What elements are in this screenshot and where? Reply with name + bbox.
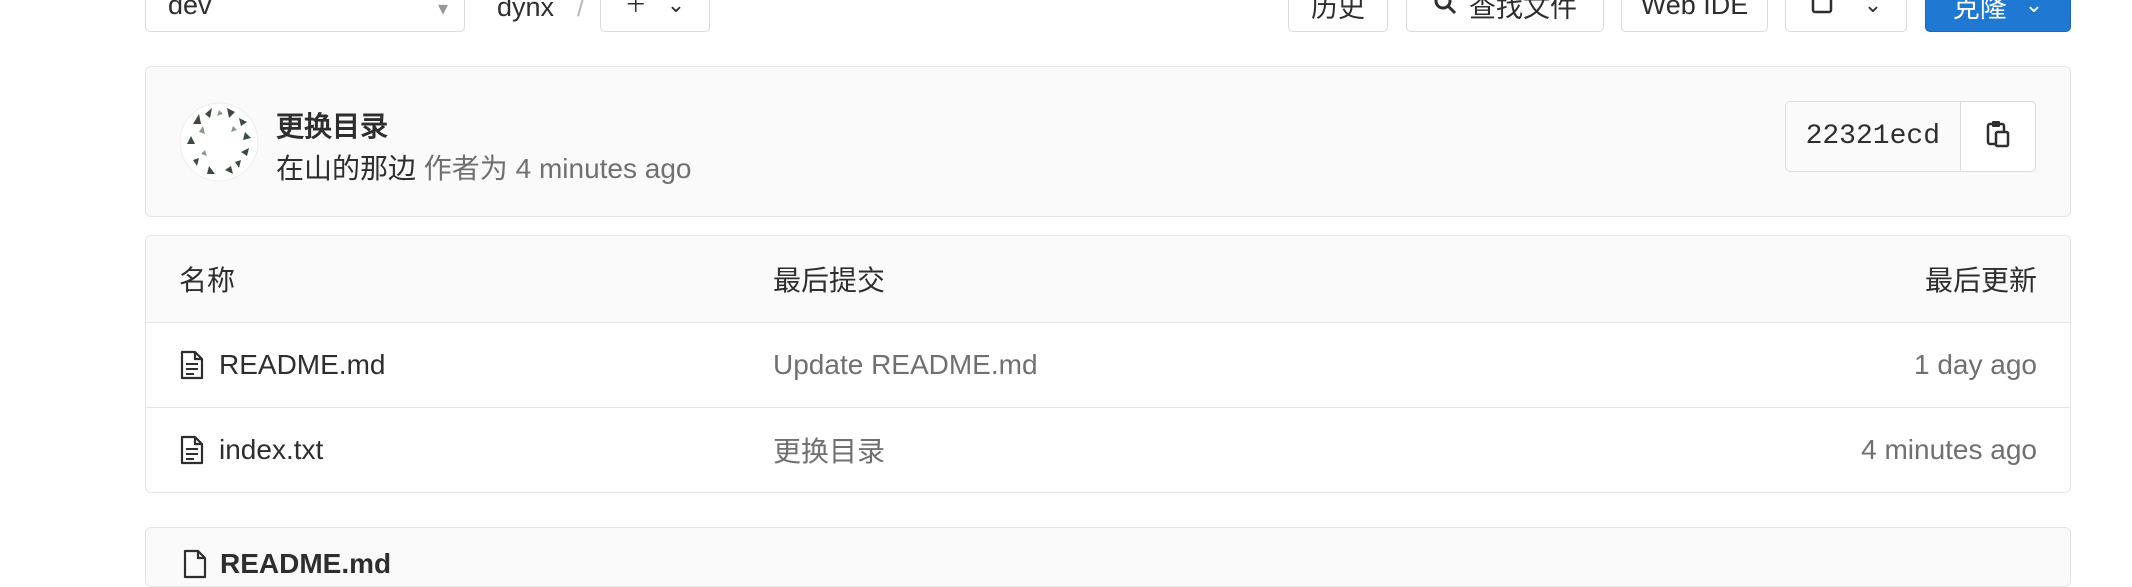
readme-panel: README.md: [145, 527, 2071, 587]
commit-time: 4 minutes ago: [515, 153, 692, 184]
file-last-update: 4 minutes ago: [1861, 434, 2037, 465]
last-commit-panel: 更换目录 在山的那边 作者为 4 minutes ago 22321ecd: [145, 66, 2071, 217]
chevron-down-icon: ⌄: [1863, 0, 1883, 17]
author-avatar[interactable]: [179, 102, 259, 182]
commit-sha-group: 22321ecd: [1784, 101, 2036, 172]
table-row[interactable]: index.txt 更换目录 4 minutes ago: [146, 408, 2070, 492]
file-last-update: 1 day ago: [1914, 349, 2037, 380]
column-header-last-update: 最后更新: [1924, 265, 2037, 296]
table-header: 名称 最后提交 最后更新: [146, 236, 2070, 323]
web-ide-label: Web IDE: [1640, 0, 1749, 20]
table-row[interactable]: README.md Update README.md 1 day ago: [146, 323, 2070, 408]
breadcrumb-project[interactable]: dynx: [497, 0, 554, 23]
find-file-label: 查找文件: [1469, 0, 1577, 23]
breadcrumb-separator: /: [577, 0, 585, 22]
history-label: 历史: [1311, 0, 1365, 23]
repo-toolbar: dev ▾ dynx / ＋ ⌄ 历史 查找文件 Web IDE ⌄ 克隆 ⌄: [0, 0, 2132, 34]
column-header-name: 名称: [179, 265, 236, 296]
branch-select[interactable]: dev ▾: [145, 0, 465, 32]
web-ide-button[interactable]: Web IDE: [1621, 0, 1768, 32]
readme-title[interactable]: README.md: [220, 548, 391, 580]
copy-sha-button[interactable]: [1960, 102, 2035, 171]
file-tree-table: 名称 最后提交 最后更新 README.md Update README.md …: [145, 235, 2071, 493]
file-last-commit[interactable]: Update README.md: [773, 323, 1038, 407]
search-icon: [1433, 0, 1457, 19]
chevron-down-icon: ⌄: [2024, 0, 2044, 17]
authored-prefix: 作者为: [423, 153, 508, 184]
add-to-tree-dropdown[interactable]: ＋ ⌄: [600, 0, 710, 32]
plus-icon: ＋: [624, 0, 647, 17]
file-text-icon: [183, 549, 207, 579]
file-last-commit[interactable]: 更换目录: [773, 408, 885, 492]
file-name: index.txt: [219, 434, 324, 465]
chevron-down-icon: ⌄: [666, 0, 686, 17]
column-header-last-commit: 最后提交: [773, 265, 886, 296]
clone-label: 克隆: [1952, 0, 2007, 23]
download-dropdown[interactable]: ⌄: [1785, 0, 1907, 32]
commit-meta: 在山的那边 作者为 4 minutes ago: [276, 147, 691, 187]
clipboard-icon: [1986, 120, 2010, 153]
file-link[interactable]: index.txt: [179, 434, 323, 466]
branch-name: dev: [168, 0, 212, 20]
history-button[interactable]: 历史: [1288, 0, 1388, 32]
readme-header: README.md: [182, 548, 391, 580]
file-name-cell: index.txt: [179, 408, 323, 492]
commit-title[interactable]: 更换目录: [276, 105, 388, 145]
file-text-icon: [180, 350, 204, 380]
file-link[interactable]: README.md: [179, 349, 385, 381]
commit-sha[interactable]: 22321ecd: [1785, 102, 1960, 171]
commit-author[interactable]: 在山的那边: [276, 153, 416, 184]
file-name: README.md: [219, 349, 386, 380]
clone-dropdown-button[interactable]: 克隆 ⌄: [1925, 0, 2071, 32]
file-text-icon: [180, 435, 204, 465]
file-name-cell: README.md: [179, 323, 385, 407]
chevron-down-icon: ▾: [437, 0, 448, 20]
find-file-button[interactable]: 查找文件: [1406, 0, 1604, 32]
download-icon: [1810, 0, 1834, 19]
